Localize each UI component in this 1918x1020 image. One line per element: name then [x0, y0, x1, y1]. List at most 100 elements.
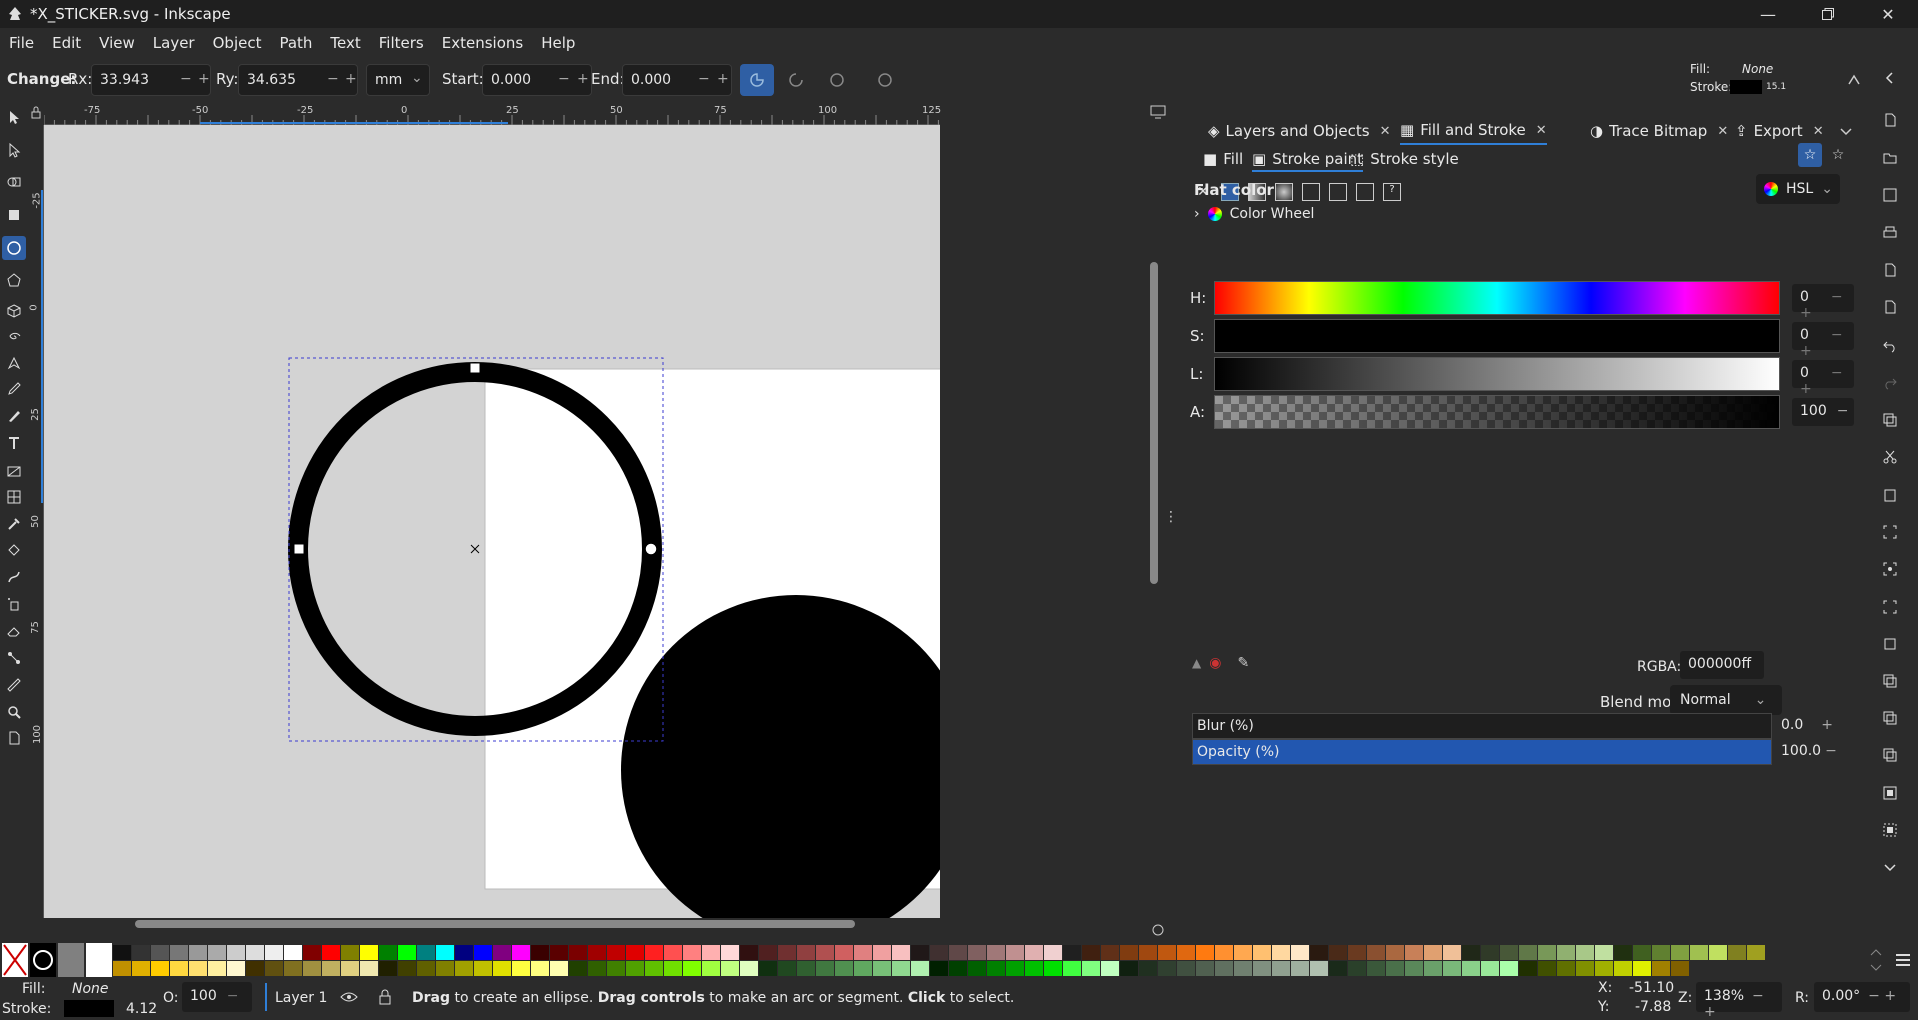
horizontal-scrollbar[interactable]: [135, 920, 855, 928]
swatch[interactable]: [626, 945, 644, 960]
swatch[interactable]: [303, 961, 321, 976]
swatch[interactable]: [1272, 945, 1290, 960]
swatch[interactable]: [1405, 961, 1423, 976]
close-icon[interactable]: ✕: [1717, 124, 1728, 139]
swatch[interactable]: [664, 945, 682, 960]
close-icon[interactable]: ✕: [1860, 0, 1916, 28]
swatch[interactable]: [1557, 945, 1575, 960]
swatch[interactable]: [512, 945, 530, 960]
display-icon[interactable]: [1150, 104, 1166, 120]
shape-builder-icon[interactable]: [2, 170, 26, 194]
saturation-input[interactable]: 0− +: [1792, 322, 1854, 359]
swatch[interactable]: [1652, 945, 1670, 960]
close-icon[interactable]: ✕: [1380, 124, 1391, 139]
swatch[interactable]: [740, 945, 758, 960]
swatch[interactable]: [436, 945, 454, 960]
horizontal-ruler[interactable]: -75 -50 -25 0 25 50 75 100 125: [44, 103, 941, 125]
rx-handle[interactable]: [293, 543, 305, 555]
radial-gradient-icon[interactable]: [1275, 183, 1293, 201]
fill-indicator-value[interactable]: None: [1742, 62, 1773, 76]
swatch[interactable]: [170, 961, 188, 976]
eraser-tool-icon[interactable]: [2, 619, 26, 643]
swatch[interactable]: [1234, 945, 1252, 960]
spray-tool-icon[interactable]: [2, 592, 26, 616]
start-plus-icon[interactable]: +: [577, 71, 589, 87]
export-icon[interactable]: [1880, 297, 1900, 317]
swatch[interactable]: [1386, 945, 1404, 960]
swatch[interactable]: [949, 961, 967, 976]
swatch[interactable]: [683, 961, 701, 976]
menu-filters[interactable]: Filters: [370, 30, 433, 56]
swatch[interactable]: [892, 961, 910, 976]
zoom-selection-icon[interactable]: [1880, 522, 1900, 542]
calligraphy-tool-icon[interactable]: [2, 404, 26, 428]
swatch[interactable]: [132, 961, 150, 976]
text-tool-icon[interactable]: [2, 431, 26, 455]
swatch[interactable]: [721, 945, 739, 960]
swatch[interactable]: [1196, 945, 1214, 960]
swatch[interactable]: [873, 961, 891, 976]
swatch[interactable]: [1595, 961, 1613, 976]
swatch[interactable]: [1728, 945, 1746, 960]
subtab-fill[interactable]: ■ Fill: [1203, 150, 1243, 168]
rotation-input[interactable]: 0.00° − +: [1814, 982, 1910, 1012]
swatch[interactable]: [493, 961, 511, 976]
lightness-input[interactable]: 0− +: [1792, 360, 1854, 397]
swatch[interactable]: [303, 945, 321, 960]
menu-object[interactable]: Object: [204, 30, 271, 56]
swatch[interactable]: [1215, 961, 1233, 976]
swatch[interactable]: [702, 961, 720, 976]
swatch[interactable]: [246, 961, 264, 976]
swatch[interactable]: [360, 961, 378, 976]
current-layer[interactable]: Layer 1: [275, 990, 327, 1006]
swatch[interactable]: [778, 945, 796, 960]
swatch[interactable]: [1329, 961, 1347, 976]
pattern-icon[interactable]: [1329, 183, 1347, 201]
copy-icon[interactable]: [1880, 410, 1900, 430]
status-stroke-swatch[interactable]: [64, 1000, 114, 1017]
status-stroke-width[interactable]: 4.12: [126, 1001, 157, 1017]
swatch[interactable]: [607, 945, 625, 960]
cut-icon[interactable]: [1880, 447, 1900, 467]
swatch[interactable]: [1329, 945, 1347, 960]
menu-help[interactable]: Help: [532, 30, 584, 56]
swatch[interactable]: [1177, 945, 1195, 960]
spiral-tool-icon[interactable]: [2, 324, 26, 348]
status-fill-value[interactable]: None: [72, 981, 109, 997]
arc-icon[interactable]: [788, 72, 804, 88]
swatch[interactable]: [1709, 945, 1727, 960]
swatch[interactable]: [379, 945, 397, 960]
swatch[interactable]: [1538, 961, 1556, 976]
opacity-slider[interactable]: Opacity (%): [1192, 739, 1772, 765]
swatch[interactable]: [1576, 961, 1594, 976]
swatch[interactable]: [949, 945, 967, 960]
color-picker-icon[interactable]: ✎: [1237, 655, 1249, 671]
swatch[interactable]: [1462, 961, 1480, 976]
swatch[interactable]: [1481, 961, 1499, 976]
swatch[interactable]: [1367, 961, 1385, 976]
lock-icon[interactable]: [378, 988, 392, 1006]
swatch[interactable]: [1158, 961, 1176, 976]
swatch[interactable]: [531, 961, 549, 976]
swatch[interactable]: [512, 961, 530, 976]
swatch[interactable]: [1063, 945, 1081, 960]
palette-menu-icon[interactable]: [1894, 951, 1912, 969]
swatch[interactable]: [1272, 961, 1290, 976]
dock-resize-handle[interactable]: ⋮: [1164, 510, 1178, 532]
swatch[interactable]: [151, 945, 169, 960]
swatch[interactable]: [284, 945, 302, 960]
swatch[interactable]: [911, 961, 929, 976]
swatch[interactable]: [626, 961, 644, 976]
swatch[interactable]: [816, 945, 834, 960]
swatch[interactable]: [1101, 961, 1119, 976]
pages-tool-icon[interactable]: [2, 726, 26, 750]
blur-slider[interactable]: Blur (%): [1192, 713, 1772, 739]
swatch[interactable]: [1139, 961, 1157, 976]
swatch[interactable]: [1519, 961, 1537, 976]
black-stroke-swatch[interactable]: [30, 943, 56, 977]
swatch[interactable]: [1196, 961, 1214, 976]
star-tool-icon[interactable]: [2, 268, 26, 292]
stroke-swatch[interactable]: [1730, 80, 1762, 94]
swatch[interactable]: [1158, 945, 1176, 960]
dropper-tool-icon[interactable]: [2, 512, 26, 536]
